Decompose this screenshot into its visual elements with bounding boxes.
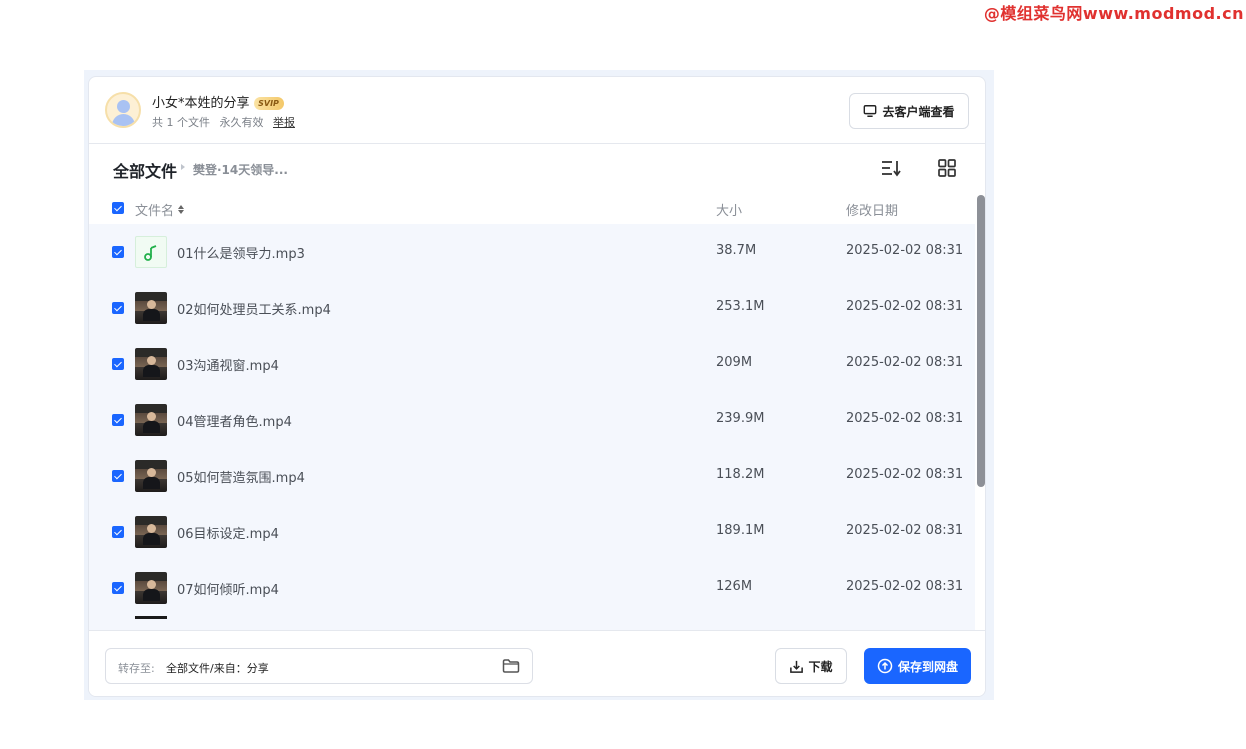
music-note-icon bbox=[144, 245, 157, 261]
file-row[interactable]: 07如何倾听.mp4 126M 2025-02-02 08:31 bbox=[89, 560, 975, 616]
validity: 永久有效 bbox=[219, 116, 264, 129]
open-in-client-label: 去客户端查看 bbox=[882, 104, 955, 119]
file-date: 2025-02-02 08:31 bbox=[846, 411, 964, 426]
share-header: 小女*本姓的分享 SVIP 共 1 个文件 永久有效 举报 去客户端查看 bbox=[89, 77, 985, 144]
file-name[interactable]: 02如何处理员工关系.mp4 bbox=[177, 299, 331, 318]
scrollbar-thumb[interactable] bbox=[977, 195, 985, 487]
folder-icon[interactable] bbox=[502, 658, 520, 674]
file-size: 239.9M bbox=[716, 411, 765, 426]
file-name[interactable]: 01什么是领导力.mp3 bbox=[177, 243, 305, 262]
video-thumbnail bbox=[135, 292, 167, 324]
file-date: 2025-02-02 08:31 bbox=[846, 243, 964, 258]
watermark-text: @模组菜鸟网www.modmod.cn bbox=[983, 4, 1244, 23]
select-all-checkbox[interactable] bbox=[112, 202, 124, 214]
download-button[interactable]: 下载 bbox=[775, 648, 847, 684]
file-size: 38.7M bbox=[716, 243, 757, 258]
file-date: 2025-02-02 08:31 bbox=[846, 355, 964, 370]
file-list: 01什么是领导力.mp3 38.7M 2025-02-02 08:31 02如何… bbox=[89, 224, 975, 630]
file-list-header: 文件名 大小 修改日期 bbox=[89, 192, 975, 224]
file-row[interactable]: 05如何营造氛围.mp4 118.2M 2025-02-02 08:31 bbox=[89, 448, 975, 504]
video-thumbnail bbox=[135, 616, 167, 619]
file-name[interactable]: 05如何营造氛围.mp4 bbox=[177, 467, 305, 486]
sharer-title: 小女*本姓的分享 SVIP bbox=[152, 92, 284, 111]
share-panel: 小女*本姓的分享 SVIP 共 1 个文件 永久有效 举报 去客户端查看 全部文件… bbox=[88, 76, 986, 697]
file-row[interactable]: 04管理者角色.mp4 239.9M 2025-02-02 08:31 bbox=[89, 392, 975, 448]
save-to-disk-label: 保存到网盘 bbox=[897, 659, 958, 674]
file-date: 2025-02-02 08:31 bbox=[846, 299, 964, 314]
file-size: 126M bbox=[716, 579, 753, 594]
file-size: 189.1M bbox=[716, 523, 765, 538]
file-name[interactable]: 04管理者角色.mp4 bbox=[177, 411, 292, 430]
save-destination-value: 全部文件/来自：分享 bbox=[166, 662, 269, 675]
video-thumbnail bbox=[135, 348, 167, 380]
sort-arrows-icon bbox=[178, 205, 185, 214]
file-row[interactable]: 01什么是领导力.mp3 38.7M 2025-02-02 08:31 bbox=[89, 224, 975, 280]
download-label: 下载 bbox=[808, 659, 833, 674]
column-date-header: 修改日期 bbox=[846, 204, 899, 219]
file-size: 118.2M bbox=[716, 467, 765, 482]
share-meta: 共 1 个文件 永久有效 举报 bbox=[152, 114, 301, 130]
open-in-client-button[interactable]: 去客户端查看 bbox=[849, 93, 969, 129]
file-row[interactable]: 03沟通视窗.mp4 209M 2025-02-02 08:31 bbox=[89, 336, 975, 392]
file-name[interactable]: 03沟通视窗.mp4 bbox=[177, 355, 279, 374]
audio-file-thumbnail bbox=[135, 236, 167, 268]
sort-icon[interactable] bbox=[880, 158, 902, 178]
breadcrumb-root[interactable]: 全部文件 bbox=[113, 158, 177, 182]
file-row[interactable]: 06目标设定.mp4 189.1M 2025-02-02 08:31 bbox=[89, 504, 975, 560]
file-name[interactable]: 07如何倾听.mp4 bbox=[177, 579, 279, 598]
row-checkbox[interactable] bbox=[112, 470, 124, 482]
row-checkbox[interactable] bbox=[112, 246, 124, 258]
row-checkbox[interactable] bbox=[112, 526, 124, 538]
column-name-label: 文件名 bbox=[135, 204, 175, 219]
file-size: 253.1M bbox=[716, 299, 765, 314]
avatar[interactable] bbox=[105, 92, 141, 128]
column-size-header: 大小 bbox=[716, 204, 743, 219]
file-count: 共 1 个文件 bbox=[152, 116, 210, 129]
video-thumbnail bbox=[135, 460, 167, 492]
download-icon bbox=[790, 660, 804, 673]
row-checkbox[interactable] bbox=[112, 358, 124, 370]
column-name-header[interactable]: 文件名 bbox=[135, 200, 185, 219]
file-size: 209M bbox=[716, 355, 753, 370]
footer-bar: 转存至: 全部文件/来自：分享 下载 保存到网盘 bbox=[89, 630, 985, 696]
file-row-partial bbox=[89, 616, 975, 630]
file-name[interactable]: 06目标设定.mp4 bbox=[177, 523, 279, 542]
file-date: 2025-02-02 08:31 bbox=[846, 523, 964, 538]
video-thumbnail bbox=[135, 516, 167, 548]
file-date: 2025-02-02 08:31 bbox=[846, 467, 964, 482]
breadcrumb-separator-icon bbox=[181, 164, 185, 170]
cloud-upload-icon bbox=[877, 658, 893, 674]
file-date: 2025-02-02 08:31 bbox=[846, 579, 964, 594]
breadcrumb-current: 樊登·14天领导... bbox=[193, 163, 288, 177]
video-thumbnail bbox=[135, 572, 167, 604]
report-link[interactable]: 举报 bbox=[273, 116, 295, 129]
row-checkbox[interactable] bbox=[112, 302, 124, 314]
row-checkbox[interactable] bbox=[112, 414, 124, 426]
video-thumbnail bbox=[135, 404, 167, 436]
save-to-disk-button[interactable]: 保存到网盘 bbox=[864, 648, 971, 684]
save-destination-field[interactable]: 转存至: 全部文件/来自：分享 bbox=[105, 648, 533, 684]
file-row[interactable]: 02如何处理员工关系.mp4 253.1M 2025-02-02 08:31 bbox=[89, 280, 975, 336]
toolbar: 全部文件 樊登·14天领导... bbox=[89, 144, 985, 192]
monitor-icon bbox=[864, 105, 877, 117]
grid-view-icon[interactable] bbox=[937, 158, 957, 178]
sharer-name: 小女*本姓的分享 bbox=[152, 96, 250, 111]
save-destination-label: 转存至: bbox=[118, 662, 155, 675]
row-checkbox[interactable] bbox=[112, 582, 124, 594]
svip-badge: SVIP bbox=[253, 97, 284, 110]
